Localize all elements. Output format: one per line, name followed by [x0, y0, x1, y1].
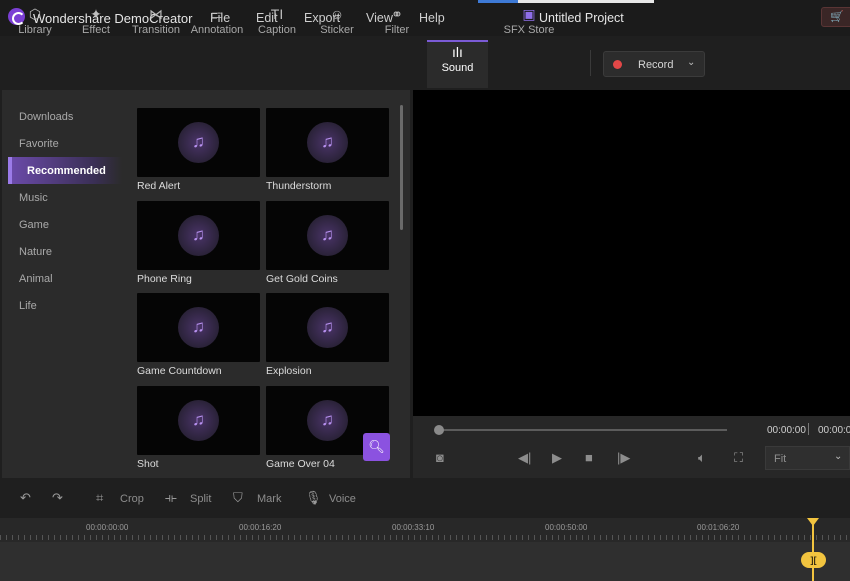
sound-thumbnail: ♫: [137, 108, 260, 177]
stop-icon[interactable]: ■: [585, 450, 593, 465]
sound-name: Game Countdown: [137, 365, 222, 377]
tab-library[interactable]: ⬡ Library: [5, 4, 65, 52]
music-note-icon: ♫: [192, 317, 205, 336]
ruler-ticks: [0, 535, 850, 540]
cube-icon: ⬡: [28, 6, 42, 22]
playhead-handle-icon[interactable]: ][: [801, 552, 826, 568]
search-icon: 🔍︎: [368, 439, 385, 454]
sound-name: Shot: [137, 458, 159, 470]
sound-thumbnail: ♫: [137, 201, 260, 270]
previous-frame-icon[interactable]: ◀|: [518, 450, 531, 466]
mark-button[interactable]: Mark: [257, 493, 281, 505]
smiley-icon: ☺: [329, 6, 345, 22]
sound-thumbnail: ♫: [137, 386, 260, 455]
category-animal[interactable]: Animal: [0, 265, 122, 292]
sound-name: Explosion: [266, 365, 312, 377]
crop-button[interactable]: Crop: [120, 493, 144, 505]
category-game[interactable]: Game: [0, 211, 122, 238]
speech-bubble-icon: ▭: [210, 6, 224, 22]
sound-wave-icon: ılı: [452, 44, 463, 60]
ruler-label: 00:00:50:00: [545, 523, 588, 532]
playhead-marker[interactable]: [807, 518, 819, 526]
split-icon[interactable]: ⟛: [165, 490, 177, 506]
ruler-label: 00:00:00:00: [86, 523, 129, 532]
music-note-icon: ♫: [321, 410, 334, 429]
zoom-select[interactable]: Fit ⌄: [765, 446, 850, 470]
sound-card[interactable]: ♫ Red Alert: [137, 108, 260, 192]
search-button[interactable]: 🔍︎: [363, 433, 390, 461]
sound-name: Red Alert: [137, 180, 181, 192]
music-note-icon: ♫: [192, 225, 205, 244]
sound-card[interactable]: ♫ Game Countdown: [137, 293, 260, 377]
sound-thumbnail: ♫: [266, 293, 389, 362]
redo-icon[interactable]: ↷: [52, 490, 63, 506]
crop-icon[interactable]: ⌗: [96, 490, 103, 506]
snapshot-camera-icon[interactable]: ◙: [436, 450, 444, 465]
sound-card[interactable]: ♫ Get Gold Coins: [266, 201, 389, 285]
category-favorite[interactable]: Favorite: [0, 130, 122, 157]
library-scrollbar[interactable]: [400, 105, 403, 230]
music-note-icon: ♫: [321, 225, 334, 244]
category-recommended[interactable]: Recommended: [8, 157, 122, 184]
shield-mark-icon[interactable]: ⛉: [233, 490, 243, 506]
video-preview: [413, 90, 850, 416]
sound-card[interactable]: ♫ Thunderstorm: [266, 108, 389, 192]
sound-thumbnail: ♫: [266, 201, 389, 270]
music-note-icon: ♫: [192, 410, 205, 429]
time-divider: [808, 423, 809, 435]
cart-icon[interactable]: 🛒: [821, 7, 850, 27]
sound-name: Phone Ring: [137, 273, 192, 285]
category-downloads[interactable]: Downloads: [0, 103, 122, 130]
record-button[interactable]: Record ⌄: [603, 51, 705, 77]
music-note-icon: ♫: [321, 317, 334, 336]
tab-filter[interactable]: ⚭ Filter: [368, 4, 426, 52]
category-nature[interactable]: Nature: [0, 238, 122, 265]
tab-sticker[interactable]: ☺ Sticker: [308, 4, 366, 52]
sound-name: Get Gold Coins: [266, 273, 338, 285]
sound-card[interactable]: ♫ Phone Ring: [137, 201, 260, 285]
undo-icon[interactable]: ↶: [20, 490, 31, 506]
sound-card[interactable]: ♫ Explosion: [266, 293, 389, 377]
next-frame-icon[interactable]: |▶: [617, 450, 630, 466]
sound-name: Thunderstorm: [266, 180, 332, 192]
filter-icon: ⚭: [391, 6, 403, 22]
window-tab-strip-highlight: [478, 0, 518, 3]
tab-sound[interactable]: ılı Sound: [427, 40, 488, 88]
playback-progress-bar[interactable]: [438, 429, 727, 431]
microphone-icon[interactable]: 🎙︎: [305, 490, 322, 506]
voice-button[interactable]: Voice: [329, 493, 356, 505]
tab-sfx-store[interactable]: ▣ SFX Store: [495, 4, 563, 52]
playhead[interactable]: [812, 520, 814, 581]
ruler-label: 00:00:33:10: [392, 523, 435, 532]
toolbar-divider: [590, 50, 591, 76]
text-cursor-icon: TI: [270, 6, 284, 22]
volume-icon[interactable]: 🔈︎: [698, 450, 706, 466]
sound-thumbnail: ♫: [266, 108, 389, 177]
sound-thumbnail: ♫: [137, 293, 260, 362]
music-note-icon: ♫: [321, 132, 334, 151]
record-dot-icon: [613, 60, 622, 69]
store-icon: ▣: [522, 6, 536, 22]
play-icon[interactable]: ▶: [552, 450, 562, 466]
split-button[interactable]: Split: [190, 493, 211, 505]
tab-effect[interactable]: ✦ Effect: [66, 4, 126, 52]
fullscreen-icon[interactable]: ⛶: [734, 450, 743, 466]
transition-icon: ⋈: [149, 6, 163, 22]
tab-annotation[interactable]: ▭ Annotation: [186, 4, 248, 52]
category-life[interactable]: Life: [0, 292, 122, 319]
music-note-icon: ♫: [192, 132, 205, 151]
ruler-label: 00:01:06:20: [697, 523, 740, 532]
magic-wand-icon: ✦: [90, 6, 102, 22]
chevron-down-icon[interactable]: ⌄: [687, 57, 695, 68]
timeline-track[interactable]: [0, 542, 850, 581]
tab-transition[interactable]: ⋈ Transition: [127, 4, 185, 52]
sound-card[interactable]: ♫ Shot: [137, 386, 260, 470]
playback-progress-handle[interactable]: [434, 425, 444, 435]
category-music[interactable]: Music: [0, 184, 122, 211]
tab-caption[interactable]: TI Caption: [249, 4, 305, 52]
current-time: 00:00:00: [767, 425, 806, 436]
ruler-label: 00:00:16:20: [239, 523, 282, 532]
total-time: 00:00:00: [818, 425, 850, 436]
chevron-down-icon: ⌄: [834, 451, 843, 462]
